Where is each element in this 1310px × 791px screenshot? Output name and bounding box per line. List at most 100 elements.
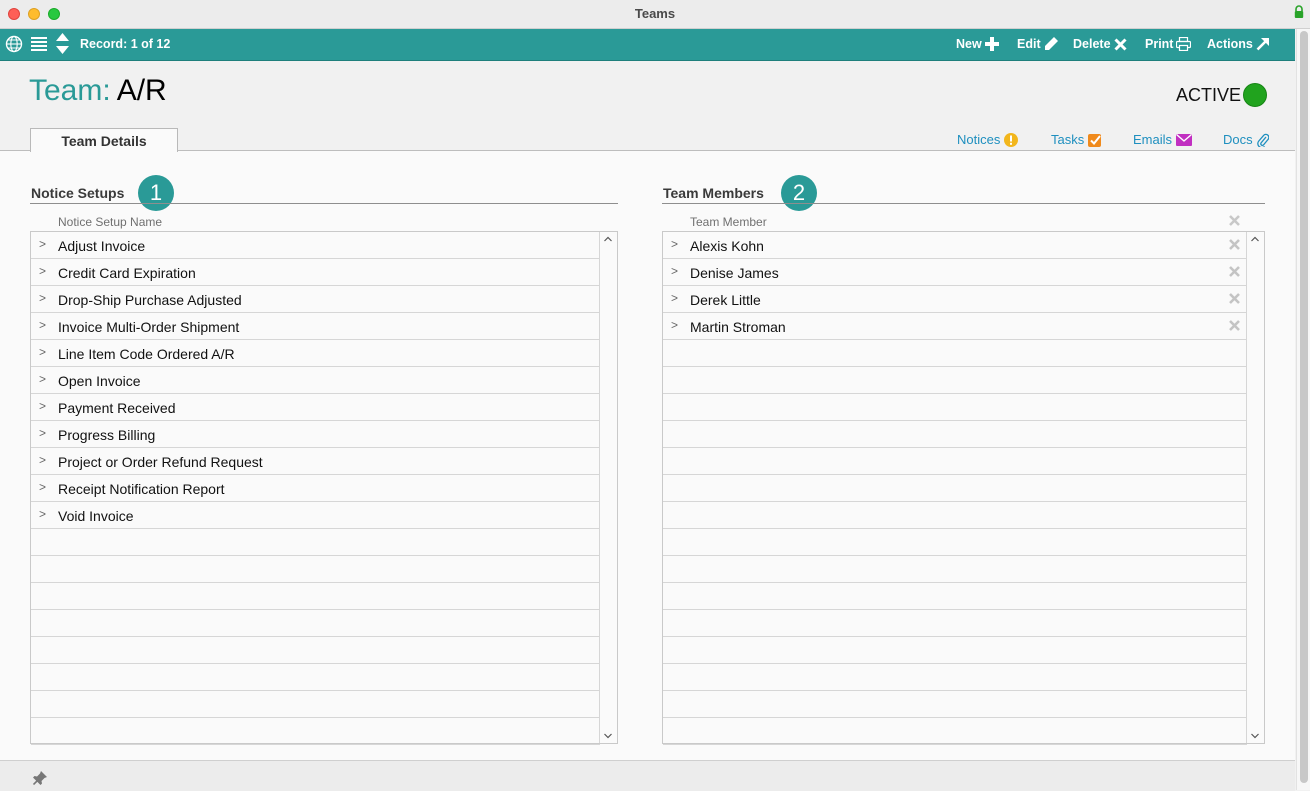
row-label: Alexis Kohn bbox=[690, 238, 764, 254]
window-scrollbar-thumb[interactable] bbox=[1300, 31, 1308, 783]
record-name: A/R bbox=[116, 74, 167, 107]
notice-setups-scrollbar[interactable] bbox=[599, 232, 617, 743]
empty-row bbox=[663, 502, 1247, 529]
notice-setup-row[interactable]: > Receipt Notification Report bbox=[31, 475, 600, 502]
notice-setup-row[interactable]: > Credit Card Expiration bbox=[31, 259, 600, 286]
team-members-scrollbar[interactable] bbox=[1246, 232, 1264, 743]
chevron-right-icon[interactable]: > bbox=[39, 237, 46, 251]
chevron-right-icon[interactable]: > bbox=[671, 291, 678, 305]
chevron-right-icon[interactable]: > bbox=[671, 264, 678, 278]
notice-setup-row[interactable]: > Drop-Ship Purchase Adjusted bbox=[31, 286, 600, 313]
team-member-row[interactable]: > Derek Little bbox=[663, 286, 1247, 313]
lock-icon bbox=[1294, 5, 1304, 18]
tasks-link[interactable]: Tasks bbox=[1051, 132, 1102, 147]
scroll-up-icon[interactable] bbox=[1251, 236, 1259, 242]
chevron-right-icon[interactable]: > bbox=[671, 318, 678, 332]
empty-row bbox=[663, 340, 1247, 367]
empty-row bbox=[31, 637, 600, 664]
row-label: Martin Stroman bbox=[690, 319, 786, 335]
window-titlebar: Teams bbox=[0, 0, 1310, 29]
remove-member-icon[interactable] bbox=[1229, 293, 1240, 304]
row-label: Derek Little bbox=[690, 292, 761, 308]
notice-setup-row[interactable]: > Progress Billing bbox=[31, 421, 600, 448]
row-label: Credit Card Expiration bbox=[58, 265, 196, 281]
delete-all-icon[interactable] bbox=[1229, 215, 1240, 226]
chevron-right-icon[interactable]: > bbox=[39, 291, 46, 305]
notice-setup-row[interactable]: > Open Invoice bbox=[31, 367, 600, 394]
record-counter: Record: 1 of 12 bbox=[80, 37, 171, 51]
notice-setup-row[interactable]: > Invoice Multi-Order Shipment bbox=[31, 313, 600, 340]
envelope-icon bbox=[1176, 133, 1193, 146]
empty-row bbox=[31, 583, 600, 610]
notice-setup-row[interactable]: > Adjust Invoice bbox=[31, 232, 600, 259]
page-title: Team: A/R bbox=[29, 74, 167, 108]
plus-icon bbox=[984, 37, 999, 51]
empty-row bbox=[663, 475, 1247, 502]
notices-link[interactable]: Notices bbox=[957, 132, 1019, 147]
status-label: ACTIVE bbox=[1176, 85, 1242, 105]
chevron-right-icon[interactable]: > bbox=[39, 426, 46, 440]
row-label: Void Invoice bbox=[58, 508, 134, 524]
notice-setup-row[interactable]: > Line Item Code Ordered A/R bbox=[31, 340, 600, 367]
print-button[interactable]: Print bbox=[1145, 37, 1192, 51]
chevron-right-icon[interactable]: > bbox=[39, 480, 46, 494]
delete-button[interactable]: Delete bbox=[1073, 37, 1127, 51]
row-label: Project or Order Refund Request bbox=[58, 454, 263, 470]
new-button-label: New bbox=[956, 37, 982, 51]
list-icon[interactable] bbox=[31, 37, 47, 51]
tab-team-details[interactable]: Team Details bbox=[30, 128, 178, 152]
notice-setup-row[interactable]: > Payment Received bbox=[31, 394, 600, 421]
remove-member-icon[interactable] bbox=[1229, 239, 1240, 250]
arrow-up-right-icon bbox=[1256, 38, 1269, 51]
emails-link[interactable]: Emails bbox=[1133, 132, 1193, 147]
notice-setup-row[interactable]: > Project or Order Refund Request bbox=[31, 448, 600, 475]
record-navigation-icon[interactable] bbox=[56, 33, 69, 55]
edit-button[interactable]: Edit bbox=[1017, 37, 1058, 51]
actions-button-label: Actions bbox=[1207, 37, 1253, 51]
remove-member-icon[interactable] bbox=[1229, 320, 1240, 331]
empty-row bbox=[663, 718, 1247, 745]
scroll-down-icon[interactable] bbox=[604, 733, 612, 739]
exclamation-icon bbox=[1004, 132, 1019, 147]
empty-row bbox=[31, 556, 600, 583]
team-members-badge: 2 bbox=[781, 175, 817, 211]
row-label: Denise James bbox=[690, 265, 779, 281]
actions-button[interactable]: Actions bbox=[1207, 37, 1270, 51]
chevron-right-icon[interactable]: > bbox=[39, 318, 46, 332]
globe-icon[interactable] bbox=[5, 35, 23, 53]
row-label: Open Invoice bbox=[58, 373, 141, 389]
chevron-right-icon[interactable]: > bbox=[39, 264, 46, 278]
team-member-row[interactable]: > Denise James bbox=[663, 259, 1247, 286]
remove-member-icon[interactable] bbox=[1229, 266, 1240, 277]
notice-setups-title: Notice Setups bbox=[31, 185, 125, 201]
team-member-header: Team Member bbox=[690, 215, 767, 229]
notice-setup-row[interactable]: > Void Invoice bbox=[31, 502, 600, 529]
team-members-title: Team Members bbox=[663, 185, 764, 201]
record-toolbar: Record: 1 of 12 New Edit Delete Print Ac… bbox=[0, 29, 1295, 61]
window-scrollbar[interactable] bbox=[1296, 29, 1310, 790]
scroll-up-icon[interactable] bbox=[604, 236, 612, 242]
team-member-row[interactable]: > Martin Stroman bbox=[663, 313, 1247, 340]
new-button[interactable]: New bbox=[956, 37, 999, 51]
empty-row bbox=[663, 367, 1247, 394]
scroll-down-icon[interactable] bbox=[1251, 733, 1259, 739]
team-member-row[interactable]: > Alexis Kohn bbox=[663, 232, 1247, 259]
row-label: Line Item Code Ordered A/R bbox=[58, 346, 235, 362]
row-label: Receipt Notification Report bbox=[58, 481, 225, 497]
empty-row bbox=[31, 529, 600, 556]
empty-row bbox=[663, 610, 1247, 637]
chevron-right-icon[interactable]: > bbox=[39, 345, 46, 359]
team-members-list: > Alexis Kohn > Denise James > Derek Little > M… bbox=[662, 231, 1265, 745]
chevron-right-icon[interactable]: > bbox=[39, 453, 46, 467]
pin-icon[interactable] bbox=[33, 771, 47, 785]
notice-setups-list: > Adjust Invoice > Credit Card Expiration > D… bbox=[30, 231, 618, 745]
row-label: Payment Received bbox=[58, 400, 176, 416]
print-button-label: Print bbox=[1145, 37, 1174, 51]
empty-row bbox=[663, 448, 1247, 475]
chevron-right-icon[interactable]: > bbox=[39, 399, 46, 413]
docs-link[interactable]: Docs bbox=[1223, 132, 1269, 147]
chevron-right-icon[interactable]: > bbox=[671, 237, 678, 251]
chevron-right-icon[interactable]: > bbox=[39, 507, 46, 521]
chevron-right-icon[interactable]: > bbox=[39, 372, 46, 386]
notice-setup-name-header: Notice Setup Name bbox=[58, 215, 163, 229]
